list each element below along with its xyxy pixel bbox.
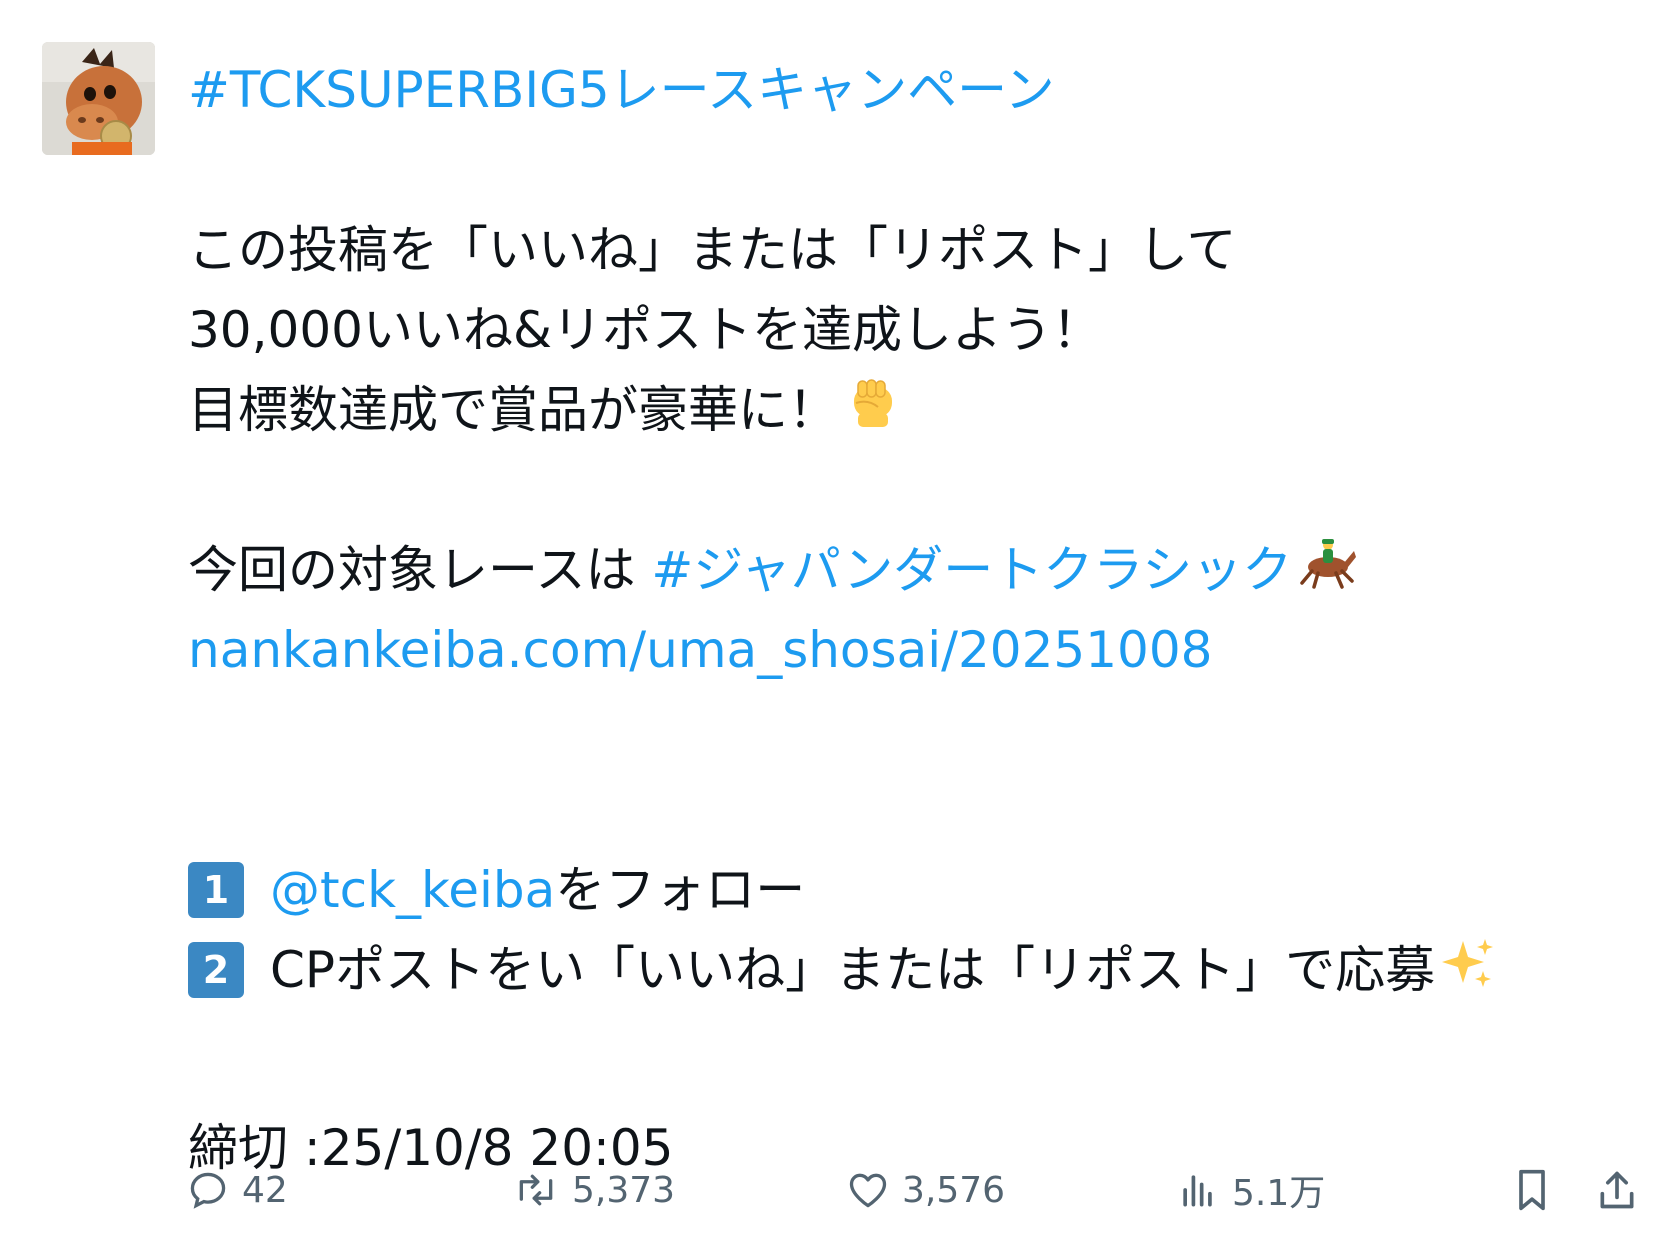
heart-icon xyxy=(849,1173,887,1208)
reply-count: 42 xyxy=(242,1169,288,1211)
step-2-text: CPポストをい「いいね」または「リポスト」で応募 xyxy=(270,941,1436,999)
sparkles-icon xyxy=(1441,934,1497,1014)
horse-mascot-icon xyxy=(42,42,155,155)
text-line-3: 目標数達成で賞品が豪華に！ xyxy=(188,381,838,439)
tweet: #TCKSUPERBIG5レースキャンペーン この投稿を「いいね」または「リポス… xyxy=(0,0,1672,1242)
step-1-suffix: をフォロー xyxy=(555,861,806,919)
analytics-icon xyxy=(1183,1175,1212,1207)
action-bar: 42 5,373 3,576 5.1万 xyxy=(0,1160,1672,1220)
share-icon xyxy=(1600,1171,1634,1209)
reply-icon xyxy=(190,1172,226,1209)
step-2-line: 2 CPポストをい「いいね」または「リポスト」で応募 xyxy=(188,930,1628,1010)
hashtag-title[interactable]: #TCKSUPERBIG5レースキャンペーン xyxy=(188,50,1628,130)
keycap-1-icon: 1 xyxy=(188,861,244,918)
race-hashtag-link[interactable]: #ジャパンダートクラシック xyxy=(651,541,1292,599)
target-race-line: 今回の対象レースは #ジャパンダートクラシック xyxy=(188,530,1628,610)
tck-keiba-mention-link[interactable]: @tck_keiba xyxy=(270,861,555,919)
race-url-link[interactable]: nankankeiba.com/uma_shosai/20251008 xyxy=(188,610,1628,690)
tweet-body: #TCKSUPERBIG5レースキャンペーン この投稿を「いいね」または「リポス… xyxy=(188,50,1628,1188)
repost-icon xyxy=(519,1174,553,1206)
text-line-2: 30,000いいね&リポストを達成しよう！ xyxy=(188,301,1102,359)
bookmark-button[interactable] xyxy=(1510,1160,1566,1220)
bookmark-icon xyxy=(1519,1169,1545,1211)
repost-button[interactable]: 5,373 xyxy=(512,1160,675,1220)
horse-racing-icon xyxy=(1298,533,1358,614)
raised-fist-icon xyxy=(844,373,902,454)
avatar[interactable] xyxy=(42,42,155,155)
target-race-prefix: 今回の対象レースは xyxy=(188,541,652,599)
share-button[interactable] xyxy=(1595,1160,1651,1220)
view-count: 5.1万 xyxy=(1232,1173,1326,1214)
keycap-2-icon: 2 xyxy=(188,941,244,998)
reply-button[interactable]: 42 xyxy=(186,1160,288,1220)
like-button[interactable]: 3,576 xyxy=(846,1160,1005,1220)
step-1-line: 1 @tck_keibaをフォロー xyxy=(188,850,1628,930)
like-count: 3,576 xyxy=(902,1169,1006,1211)
repost-count: 5,373 xyxy=(572,1169,676,1211)
text-line-3-wrap: 目標数達成で賞品が豪華に！ xyxy=(188,370,1628,450)
text-line-1: この投稿を「いいね」または「リポスト」して xyxy=(188,221,1237,279)
views-button[interactable]: 5.1万 xyxy=(1176,1160,1325,1220)
